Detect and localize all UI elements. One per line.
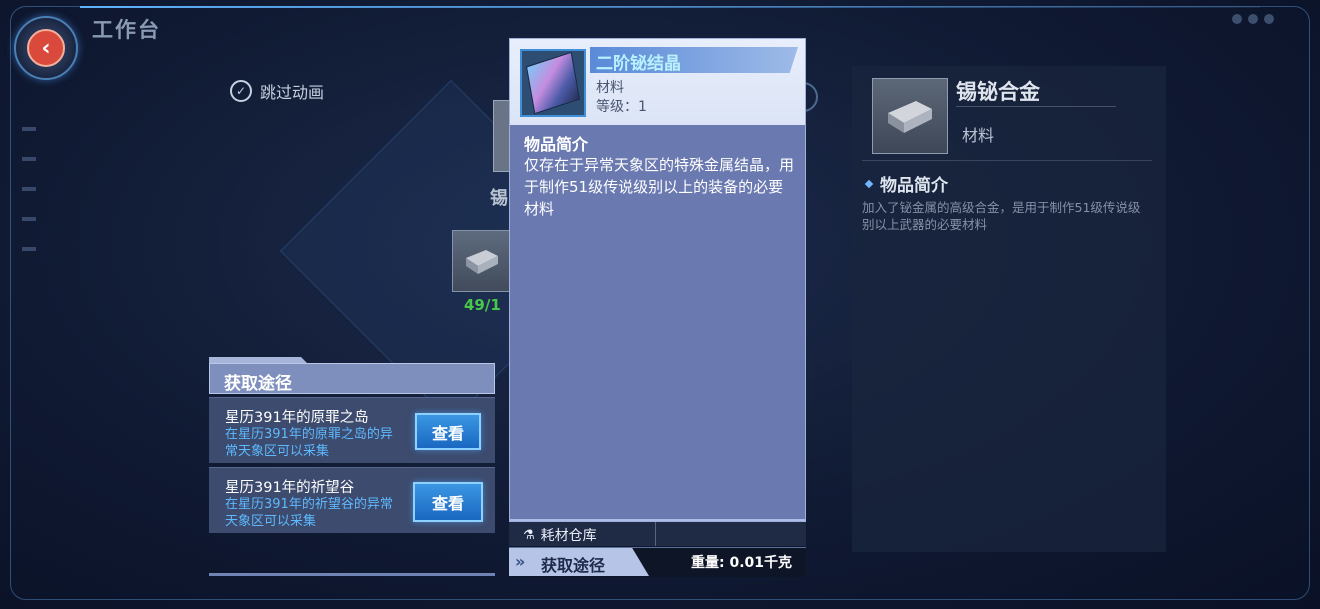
divider bbox=[655, 522, 656, 546]
back-button[interactable]: ‹ bbox=[14, 16, 78, 80]
side-decoration bbox=[22, 127, 36, 131]
warehouse-icon: ⚗ bbox=[523, 527, 535, 543]
section-title: 物品简介 bbox=[864, 171, 948, 196]
section-title: 物品简介 bbox=[524, 135, 589, 154]
route-item: 星历391年的祈望谷 在星历391年的祈望谷的异常天象区可以采集 查看 bbox=[209, 467, 495, 533]
warehouse-bar: ⚗ 耗材仓库 bbox=[509, 522, 806, 546]
acquisition-tab[interactable]: » 获取途径 bbox=[509, 548, 649, 576]
item-description: 加入了铋金属的高级合金，是用于制作51级传说级别以上武器的必要材料 bbox=[862, 200, 1141, 232]
level-label: 等级： bbox=[596, 99, 638, 115]
acquisition-tab-label: 获取途径 bbox=[541, 556, 606, 575]
page-title: 工作台 bbox=[92, 18, 161, 42]
item-type: 材料 bbox=[962, 126, 995, 145]
warehouse-text: 耗材仓库 bbox=[540, 528, 597, 544]
view-button[interactable]: 查看 bbox=[413, 482, 483, 522]
warehouse-label: ⚗ 耗材仓库 bbox=[523, 525, 597, 545]
item-name-bar: 二阶铋结晶 bbox=[590, 47, 798, 73]
skip-animation-label: 跳过动画 bbox=[260, 83, 325, 102]
skip-animation-toggle[interactable]: ✓ 跳过动画 bbox=[230, 79, 324, 103]
double-chevron-icon: » bbox=[515, 552, 526, 571]
item-name: 锡铋合金 bbox=[956, 80, 1040, 104]
menu-dots-icon[interactable] bbox=[1232, 14, 1274, 24]
level-value: 1 bbox=[638, 99, 647, 115]
item-name: 二阶铋结晶 bbox=[596, 54, 681, 74]
route-description: 在星历391年的祈望谷的异常天象区可以采集 bbox=[225, 497, 393, 529]
route-name: 星历391年的祈望谷 bbox=[225, 480, 355, 496]
route-item: 星历391年的原罪之岛 在星历391年的原罪之岛的异常天象区可以采集 查看 bbox=[209, 397, 495, 463]
divider bbox=[510, 519, 805, 521]
acquisition-panel: 获取途径 星历391年的原罪之岛 在星历391年的原罪之岛的异常天象区可以采集 … bbox=[209, 357, 495, 577]
acquisition-title: 获取途径 bbox=[224, 374, 292, 394]
item-tooltip-popup: 二阶铋结晶 材料 等级：1 物品简介 仅存在于异常天象区的特殊金属结晶，用于制作… bbox=[509, 38, 806, 522]
side-decoration bbox=[22, 217, 36, 221]
ingredient-count: 49/1 bbox=[464, 296, 501, 314]
popup-bottom-bar: » 获取途径 重量: 0.01千克 bbox=[509, 547, 806, 577]
recipe-name-partial: 锡 bbox=[490, 188, 508, 209]
route-name: 星历391年的原罪之岛 bbox=[225, 410, 369, 426]
side-decoration bbox=[22, 247, 36, 251]
divider bbox=[956, 106, 1116, 107]
diamond-bullet-icon bbox=[864, 179, 874, 188]
popup-header: 二阶铋结晶 材料 等级：1 bbox=[510, 39, 805, 125]
panel-bottom-edge bbox=[209, 573, 495, 576]
divider bbox=[862, 160, 1152, 161]
acquisition-header: 获取途径 bbox=[209, 363, 495, 394]
back-arrow-icon: ‹ bbox=[27, 29, 65, 67]
route-description: 在星历391年的原罪之岛的异常天象区可以采集 bbox=[225, 427, 393, 459]
check-icon: ✓ bbox=[230, 80, 252, 102]
alloy-ingot-icon bbox=[872, 78, 948, 154]
item-detail-panel: 锡铋合金 材料 物品简介 加入了铋金属的高级合金，是用于制作51级传说级别以上武… bbox=[852, 66, 1166, 552]
frame-top-highlight bbox=[80, 6, 1260, 8]
ingredient-ingot-icon[interactable] bbox=[452, 230, 512, 292]
item-description: 仅存在于异常天象区的特殊金属结晶，用于制作51级传说级别以上的装备的必要材料 bbox=[524, 156, 795, 218]
item-level: 等级：1 bbox=[596, 96, 647, 116]
side-decoration bbox=[22, 157, 36, 161]
view-button[interactable]: 查看 bbox=[415, 413, 481, 450]
item-type: 材料 bbox=[596, 80, 624, 96]
item-icon-frame bbox=[520, 49, 586, 117]
side-decoration bbox=[22, 187, 36, 191]
crystal-icon bbox=[525, 51, 581, 115]
item-weight: 重量: 0.01千克 bbox=[690, 555, 792, 571]
